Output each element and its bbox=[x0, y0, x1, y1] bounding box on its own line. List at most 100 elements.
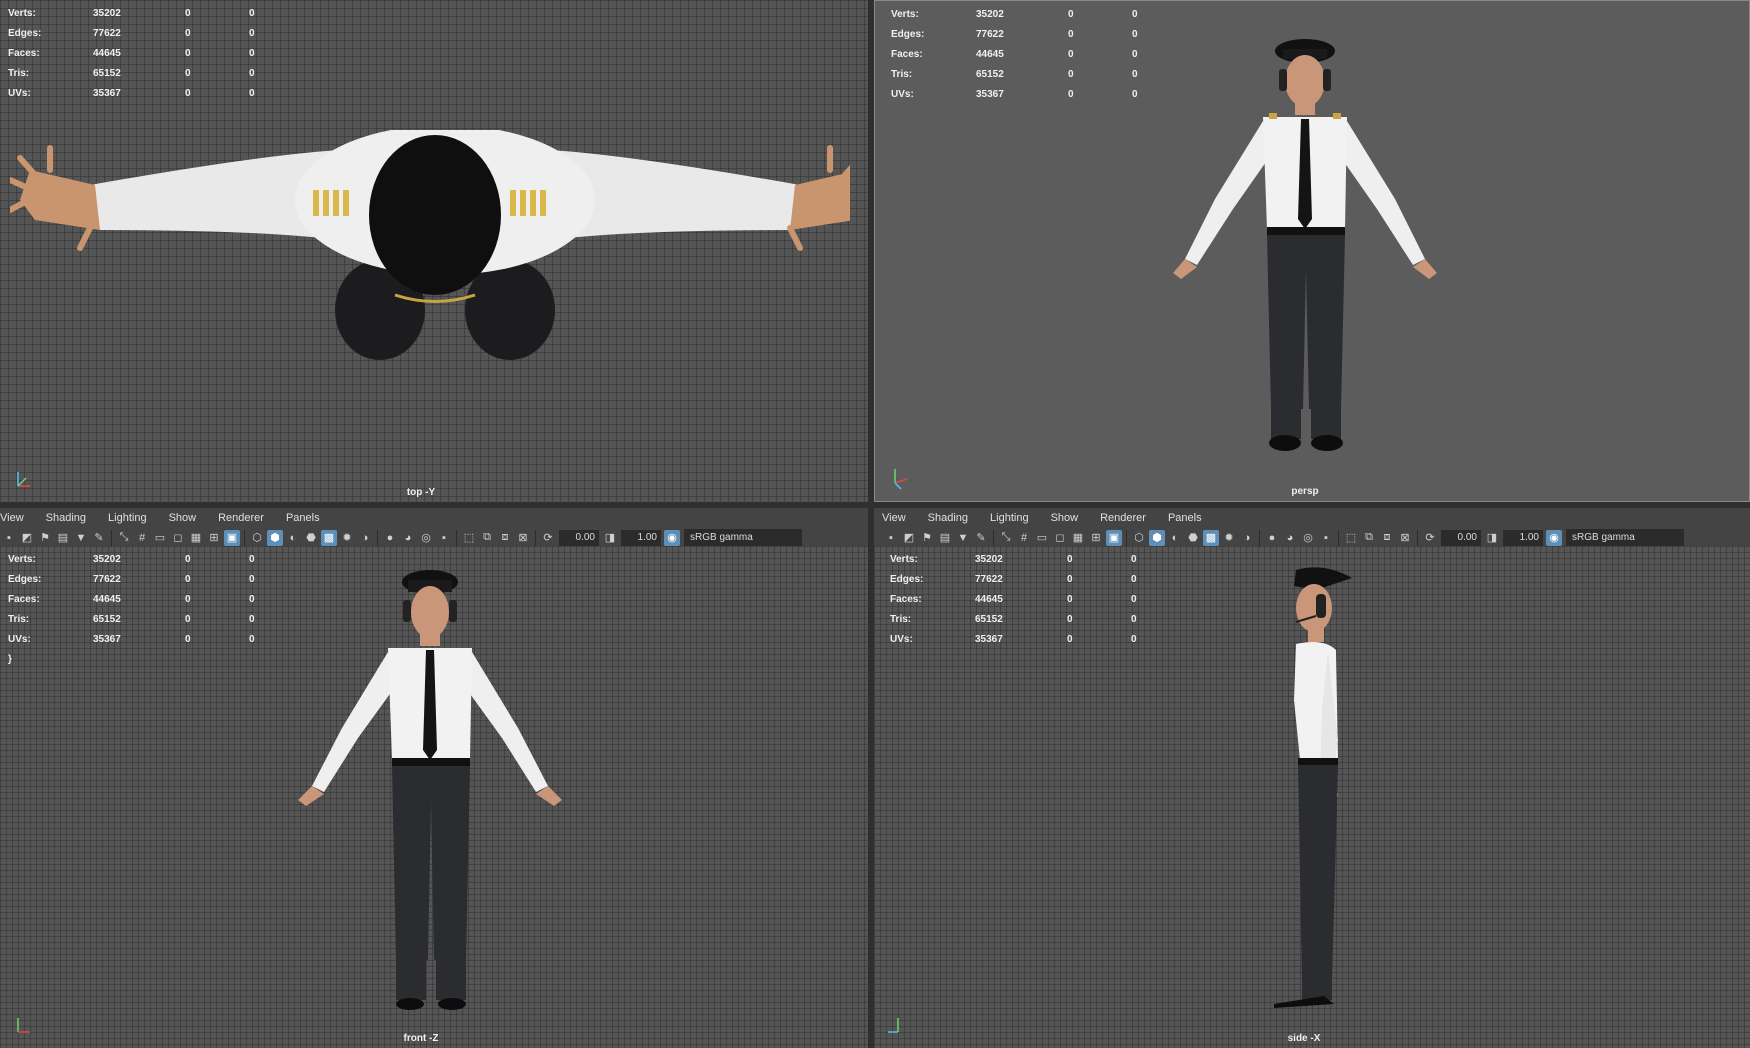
viewport-top[interactable]: Verts: 35202 0 0 Edges: 77622 0 0 Faces: 44645 0… bbox=[0, 0, 868, 502]
menu-panels[interactable]: Panels bbox=[286, 512, 320, 524]
camera-select-icon[interactable]: ▪ bbox=[883, 530, 899, 546]
ambient-occlusion-icon[interactable]: ● bbox=[382, 530, 398, 546]
safe-action-icon[interactable]: ▣ bbox=[1106, 529, 1122, 546]
pilot-model-side-view[interactable] bbox=[1254, 560, 1394, 1040]
2d-pan-zoom-icon[interactable]: ⤡ bbox=[116, 530, 132, 546]
grid-icon[interactable]: # bbox=[134, 530, 150, 546]
gamma-field[interactable]: 1.00 bbox=[621, 529, 661, 546]
pilot-model-front-view[interactable] bbox=[260, 560, 600, 1040]
film-gate-icon[interactable]: ▭ bbox=[152, 530, 168, 546]
menu-show[interactable]: Show bbox=[1051, 512, 1079, 524]
wireframe-icon[interactable]: ⬡ bbox=[1131, 530, 1147, 546]
gate-mask-icon[interactable]: ▦ bbox=[1070, 530, 1086, 546]
shadows-icon[interactable]: ◑ bbox=[1239, 530, 1255, 546]
bookmark-icon[interactable]: ▼ bbox=[73, 530, 89, 546]
menu-view[interactable]: View bbox=[882, 512, 906, 524]
stat-row-faces: Faces: 44645 0 0 bbox=[891, 49, 1138, 60]
xray-icon[interactable]: ⧉ bbox=[1361, 530, 1377, 546]
menu-view[interactable]: View bbox=[0, 512, 24, 524]
motion-blur-icon[interactable]: ◕ bbox=[400, 530, 416, 546]
xray-components-icon[interactable]: ⊠ bbox=[1397, 530, 1413, 546]
menu-shading[interactable]: Shading bbox=[46, 512, 86, 524]
grid-icon[interactable]: # bbox=[1016, 530, 1032, 546]
depth-of-field-icon[interactable]: ▪ bbox=[1318, 530, 1334, 546]
viewport-splitter-vertical[interactable] bbox=[868, 0, 874, 1048]
gamma-field[interactable]: 1.00 bbox=[1503, 529, 1543, 546]
default-material-icon[interactable]: ◐ bbox=[1167, 530, 1183, 546]
axis-gizmo-icon bbox=[888, 1018, 899, 1033]
motion-blur-icon[interactable]: ◕ bbox=[1282, 530, 1298, 546]
bookmark-icon[interactable]: ▼ bbox=[955, 530, 971, 546]
xray-icon[interactable]: ⧉ bbox=[479, 530, 495, 546]
stat-row-edges: Edges: 77622 0 0 bbox=[8, 574, 255, 585]
isolate-select-icon[interactable]: ⬚ bbox=[1343, 530, 1359, 546]
bookmark-icon[interactable]: ⚑ bbox=[37, 530, 53, 546]
pilot-model-top-view[interactable] bbox=[10, 130, 850, 370]
2d-pan-zoom-icon[interactable]: ⤡ bbox=[998, 530, 1014, 546]
isolate-select-icon[interactable]: ⬚ bbox=[461, 530, 477, 546]
poly-count-stats: Verts: 35202 0 0 Edges: 77622 0 0 Faces: 44645 0… bbox=[8, 550, 279, 670]
anti-aliasing-icon[interactable]: ◎ bbox=[418, 530, 434, 546]
panel-menubar-front: View Shading Lighting Show Renderer Pane… bbox=[0, 508, 868, 528]
textured-icon[interactable]: ▩ bbox=[321, 529, 337, 546]
resolution-gate-icon[interactable]: ◻ bbox=[170, 530, 186, 546]
camera-attributes-icon[interactable]: ◩ bbox=[19, 530, 35, 546]
gamma-icon[interactable]: ◨ bbox=[1484, 530, 1500, 546]
menu-lighting[interactable]: Lighting bbox=[990, 512, 1029, 524]
lights-icon[interactable]: ✹ bbox=[339, 530, 355, 546]
menu-show[interactable]: Show bbox=[169, 512, 197, 524]
toolbar-divider bbox=[1126, 529, 1127, 546]
ambient-occlusion-icon[interactable]: ● bbox=[1264, 530, 1280, 546]
film-gate-icon[interactable]: ▭ bbox=[1034, 530, 1050, 546]
bookmark-icon[interactable]: ⚑ bbox=[919, 530, 935, 546]
depth-of-field-icon[interactable]: ▪ bbox=[436, 530, 452, 546]
exposure-icon[interactable]: ⟳ bbox=[540, 530, 556, 546]
xray-joints-icon[interactable]: ⧈ bbox=[497, 530, 513, 546]
textured-icon[interactable]: ▩ bbox=[1203, 529, 1219, 546]
menu-panels[interactable]: Panels bbox=[1168, 512, 1202, 524]
menu-renderer[interactable]: Renderer bbox=[1100, 512, 1146, 524]
view-transform-select[interactable]: sRGB gamma bbox=[684, 528, 802, 547]
smooth-shade-icon[interactable]: ⬢ bbox=[1149, 529, 1165, 546]
safe-action-icon[interactable]: ▣ bbox=[224, 529, 240, 546]
stat-row-verts: Verts: 35202 0 0 bbox=[8, 554, 255, 565]
wireframe-on-shaded-icon[interactable]: ⬣ bbox=[303, 530, 319, 546]
field-chart-icon[interactable]: ⊞ bbox=[1088, 530, 1104, 546]
gate-mask-icon[interactable]: ▦ bbox=[188, 530, 204, 546]
shadows-icon[interactable]: ◑ bbox=[357, 530, 373, 546]
default-material-icon[interactable]: ◐ bbox=[285, 530, 301, 546]
grease-pencil-icon[interactable]: ✎ bbox=[91, 530, 107, 546]
menu-lighting[interactable]: Lighting bbox=[108, 512, 147, 524]
menu-shading[interactable]: Shading bbox=[928, 512, 968, 524]
exposure-field[interactable]: 0.00 bbox=[1441, 529, 1481, 546]
grease-pencil-icon[interactable]: ✎ bbox=[973, 530, 989, 546]
viewport-persp[interactable]: Verts: 35202 0 0 Edges: 77622 0 0 Faces: 44645 0… bbox=[874, 0, 1750, 502]
wireframe-icon[interactable]: ⬡ bbox=[249, 530, 265, 546]
pilot-model-persp-view[interactable] bbox=[1145, 29, 1465, 495]
xray-joints-icon[interactable]: ⧈ bbox=[1379, 530, 1395, 546]
lights-icon[interactable]: ✹ bbox=[1221, 530, 1237, 546]
smooth-shade-icon[interactable]: ⬢ bbox=[267, 529, 283, 546]
camera-attributes-icon[interactable]: ◩ bbox=[901, 530, 917, 546]
color-management-icon[interactable]: ◉ bbox=[1546, 529, 1562, 546]
stat-row-uvs: UVs: 35367 0 0 bbox=[8, 88, 255, 99]
anti-aliasing-icon[interactable]: ◎ bbox=[1300, 530, 1316, 546]
viewport-side[interactable]: Verts: 35202 0 0 Edges: 77622 0 0 Faces: 44645 0… bbox=[874, 546, 1750, 1048]
poly-count-stats: Verts: 35202 0 0 Edges: 77622 0 0 Faces: 44645 0… bbox=[891, 5, 1162, 105]
image-plane-icon[interactable]: ▤ bbox=[937, 530, 953, 546]
stat-row-edges: Edges: 77622 0 0 bbox=[890, 574, 1137, 585]
exposure-icon[interactable]: ⟳ bbox=[1422, 530, 1438, 546]
xray-components-icon[interactable]: ⊠ bbox=[515, 530, 531, 546]
exposure-field[interactable]: 0.00 bbox=[559, 529, 599, 546]
camera-select-icon[interactable]: ▪ bbox=[1, 530, 17, 546]
menu-renderer[interactable]: Renderer bbox=[218, 512, 264, 524]
field-chart-icon[interactable]: ⊞ bbox=[206, 530, 222, 546]
viewport-splitter-horizontal[interactable] bbox=[0, 502, 1750, 508]
color-management-icon[interactable]: ◉ bbox=[664, 529, 680, 546]
image-plane-icon[interactable]: ▤ bbox=[55, 530, 71, 546]
resolution-gate-icon[interactable]: ◻ bbox=[1052, 530, 1068, 546]
wireframe-on-shaded-icon[interactable]: ⬣ bbox=[1185, 530, 1201, 546]
gamma-icon[interactable]: ◨ bbox=[602, 530, 618, 546]
view-transform-select[interactable]: sRGB gamma bbox=[1566, 528, 1684, 547]
viewport-front[interactable]: Verts: 35202 0 0 Edges: 77622 0 0 Faces: 44645 0… bbox=[0, 546, 868, 1048]
